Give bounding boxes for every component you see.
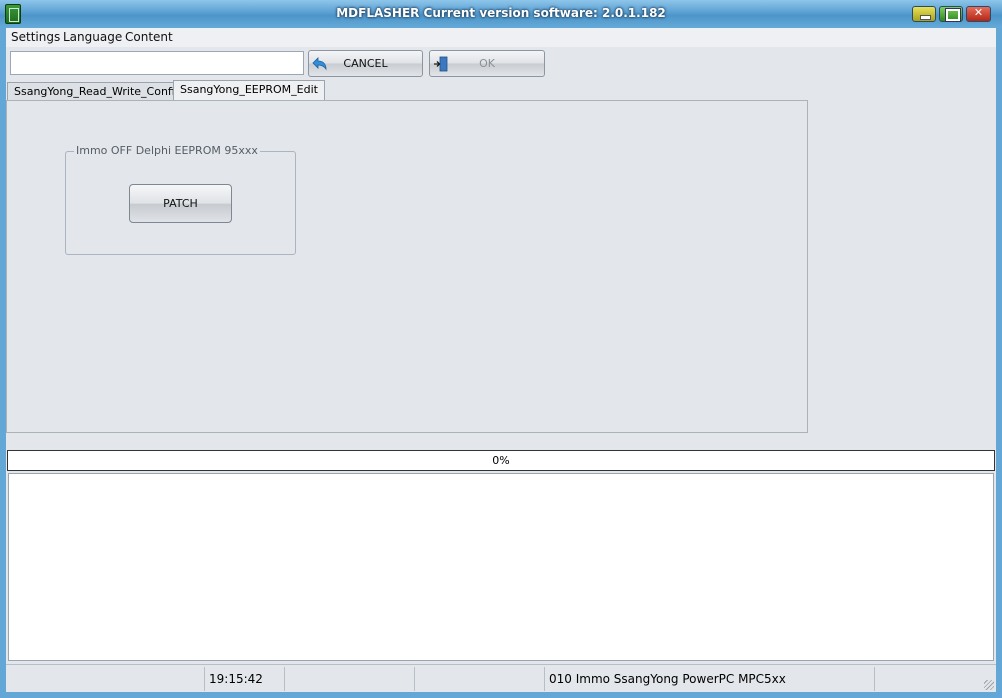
status-panel-1 — [6, 667, 205, 691]
path-input[interactable] — [10, 51, 304, 75]
toolbar: CANCEL OK — [6, 48, 996, 79]
menu-content[interactable]: Content — [121, 29, 177, 45]
group-caption: Immo OFF Delphi EEPROM 95xxx — [74, 144, 260, 157]
progress-bar: 0% — [7, 450, 995, 471]
minimize-button[interactable] — [912, 6, 936, 22]
tab-read-write-config[interactable]: SsangYong_Read_Write_Config — [7, 82, 189, 101]
status-module: 010 Immo SsangYong PowerPC MPC5xx — [545, 667, 875, 691]
status-panel-3 — [285, 667, 415, 691]
window-title: MDFLASHER Current version software: 2.0.… — [336, 6, 666, 20]
status-panel-4 — [415, 667, 545, 691]
cancel-button[interactable]: CANCEL — [308, 50, 423, 77]
immo-off-group: Immo OFF Delphi EEPROM 95xxx PATCH — [65, 144, 296, 255]
log-output[interactable] — [8, 473, 994, 661]
patch-button[interactable]: PATCH — [129, 184, 232, 223]
close-icon: ✕ — [973, 6, 984, 19]
title-bar[interactable]: MDFLASHER Current version software: 2.0.… — [0, 0, 1002, 28]
tab-panel: Immo OFF Delphi EEPROM 95xxx PATCH — [6, 100, 808, 433]
progress-text: 0% — [492, 454, 510, 467]
menu-settings[interactable]: Settings — [7, 29, 64, 45]
ok-button[interactable]: OK — [429, 50, 545, 77]
menu-language[interactable]: Language — [59, 29, 126, 45]
client-area: Settings Language Content CANCEL OK Ssan — [6, 28, 996, 692]
tab-strip: SsangYong_Read_Write_Config SsangYong_EE… — [6, 80, 996, 101]
close-button[interactable]: ✕ — [966, 6, 991, 22]
patch-label: PATCH — [163, 197, 198, 210]
maximize-button[interactable] — [939, 6, 963, 22]
app-window: MDFLASHER Current version software: 2.0.… — [0, 0, 1002, 698]
menu-bar: Settings Language Content — [6, 28, 996, 47]
tab-eeprom-edit[interactable]: SsangYong_EEPROM_Edit — [173, 80, 325, 101]
cancel-label: CANCEL — [343, 57, 388, 70]
status-bar: 19:15:42 010 Immo SsangYong PowerPC MPC5… — [6, 664, 996, 692]
resize-grip[interactable] — [984, 680, 994, 690]
status-time: 19:15:42 — [205, 667, 285, 691]
ok-label: OK — [479, 57, 495, 70]
